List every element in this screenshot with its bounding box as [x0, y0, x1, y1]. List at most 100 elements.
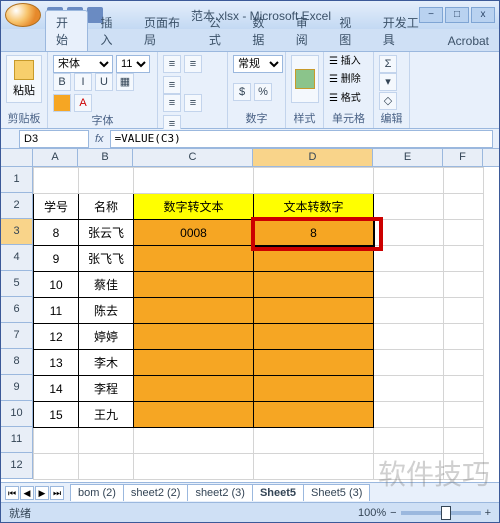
col-header-D[interactable]: D — [253, 149, 373, 166]
zoom-out-button[interactable]: − — [390, 507, 396, 519]
cell-F6[interactable] — [444, 298, 484, 324]
cell-F12[interactable] — [444, 454, 484, 480]
zoom-level[interactable]: 100% — [358, 507, 386, 519]
ribbon-tab-6[interactable]: 视图 — [329, 11, 370, 51]
cell-F8[interactable] — [444, 350, 484, 376]
clear-button[interactable]: ◇ — [379, 92, 397, 110]
row-header-1[interactable]: 1 — [1, 167, 32, 193]
sheet-tab-4[interactable]: Sheet5 (3) — [303, 484, 370, 501]
cell-F11[interactable] — [444, 428, 484, 454]
cell-A8[interactable]: 13 — [34, 350, 79, 376]
col-header-C[interactable]: C — [133, 149, 253, 166]
currency-button[interactable]: $ — [233, 83, 251, 101]
cell-B6[interactable]: 陈去 — [79, 298, 134, 324]
align-top-button[interactable]: ≡ — [163, 55, 181, 73]
cell-B10[interactable]: 王九 — [79, 402, 134, 428]
cell-C2[interactable]: 数字转文本 — [134, 194, 254, 220]
cell-D3[interactable]: 8 — [254, 220, 374, 246]
align-center-button[interactable]: ≡ — [184, 94, 202, 112]
cell-A11[interactable] — [34, 428, 79, 454]
cell-A10[interactable]: 15 — [34, 402, 79, 428]
number-format-select[interactable]: 常规 — [233, 55, 283, 73]
cell-C5[interactable] — [134, 272, 254, 298]
fx-icon[interactable]: fx — [95, 133, 104, 145]
cell-A7[interactable]: 12 — [34, 324, 79, 350]
row-header-8[interactable]: 8 — [1, 349, 32, 375]
formula-input[interactable]: =VALUE(C3) — [110, 130, 493, 148]
delete-rows-button[interactable]: ☰ 删除 — [329, 73, 368, 86]
cell-B9[interactable]: 李程 — [79, 376, 134, 402]
cell-C9[interactable] — [134, 376, 254, 402]
paste-button[interactable]: 粘贴 — [6, 55, 42, 103]
cell-D1[interactable] — [254, 168, 374, 194]
cell-E12[interactable] — [374, 454, 444, 480]
ribbon-tab-5[interactable]: 审阅 — [286, 11, 327, 51]
cell-D2[interactable]: 文本转数字 — [254, 194, 374, 220]
cell-C12[interactable] — [134, 454, 254, 480]
close-button[interactable]: x — [471, 7, 495, 23]
cell-D11[interactable] — [254, 428, 374, 454]
cell-E5[interactable] — [374, 272, 444, 298]
cell-E10[interactable] — [374, 402, 444, 428]
cell-E2[interactable] — [374, 194, 444, 220]
cell-A6[interactable]: 11 — [34, 298, 79, 324]
fill-button[interactable]: ▾ — [379, 73, 397, 91]
cell-E8[interactable] — [374, 350, 444, 376]
cell-F5[interactable] — [444, 272, 484, 298]
ribbon-tab-4[interactable]: 数据 — [242, 11, 283, 51]
cell-B2[interactable]: 名称 — [79, 194, 134, 220]
cell-B7[interactable]: 婷婷 — [79, 324, 134, 350]
row-header-5[interactable]: 5 — [1, 271, 32, 297]
autosum-button[interactable]: Σ — [379, 55, 397, 73]
align-mid-button[interactable]: ≡ — [184, 55, 202, 73]
cell-D8[interactable] — [254, 350, 374, 376]
row-header-3[interactable]: 3 — [1, 219, 32, 245]
cell-D12[interactable] — [254, 454, 374, 480]
sheet-tab-0[interactable]: bom (2) — [70, 484, 124, 501]
col-header-E[interactable]: E — [373, 149, 443, 166]
cell-C7[interactable] — [134, 324, 254, 350]
cell-D10[interactable] — [254, 402, 374, 428]
sheet-tab-2[interactable]: sheet2 (3) — [187, 484, 253, 501]
cell-B8[interactable]: 李木 — [79, 350, 134, 376]
cell-A2[interactable]: 学号 — [34, 194, 79, 220]
cell-B11[interactable] — [79, 428, 134, 454]
align-left-button[interactable]: ≡ — [163, 94, 181, 112]
cell-D5[interactable] — [254, 272, 374, 298]
row-header-6[interactable]: 6 — [1, 297, 32, 323]
cell-E7[interactable] — [374, 324, 444, 350]
cell-E11[interactable] — [374, 428, 444, 454]
border-button[interactable]: ▦ — [116, 73, 134, 91]
zoom-slider[interactable] — [401, 511, 481, 515]
cell-B4[interactable]: 张飞飞 — [79, 246, 134, 272]
cell-C3[interactable]: 0008 — [134, 220, 254, 246]
percent-button[interactable]: % — [254, 83, 272, 101]
cell-B1[interactable] — [79, 168, 134, 194]
cell-E9[interactable] — [374, 376, 444, 402]
cell-C4[interactable] — [134, 246, 254, 272]
col-header-A[interactable]: A — [33, 149, 78, 166]
sheet-tab-3[interactable]: Sheet5 — [252, 484, 304, 501]
col-header-F[interactable]: F — [443, 149, 483, 166]
cell-D4[interactable] — [254, 246, 374, 272]
cell-C11[interactable] — [134, 428, 254, 454]
cell-B3[interactable]: 张云飞 — [79, 220, 134, 246]
cell-F10[interactable] — [444, 402, 484, 428]
ribbon-tab-8[interactable]: Acrobat — [438, 31, 499, 51]
underline-button[interactable]: U — [95, 73, 113, 91]
cell-C1[interactable] — [134, 168, 254, 194]
cell-F1[interactable] — [444, 168, 484, 194]
row-header-11[interactable]: 11 — [1, 427, 32, 453]
zoom-in-button[interactable]: + — [485, 507, 491, 519]
cell-E1[interactable] — [374, 168, 444, 194]
cell-F9[interactable] — [444, 376, 484, 402]
maximize-button[interactable]: □ — [445, 7, 469, 23]
sheet-nav-next[interactable]: ▶ — [35, 486, 49, 500]
worksheet-grid[interactable]: ABCDEF 123456789101112 学号名称数字转文本文本转数字8张云… — [1, 149, 499, 482]
cell-C6[interactable] — [134, 298, 254, 324]
row-header-2[interactable]: 2 — [1, 193, 32, 219]
cell-A12[interactable] — [34, 454, 79, 480]
insert-rows-button[interactable]: ☰ 插入 — [329, 55, 368, 68]
row-header-7[interactable]: 7 — [1, 323, 32, 349]
cell-A5[interactable]: 10 — [34, 272, 79, 298]
